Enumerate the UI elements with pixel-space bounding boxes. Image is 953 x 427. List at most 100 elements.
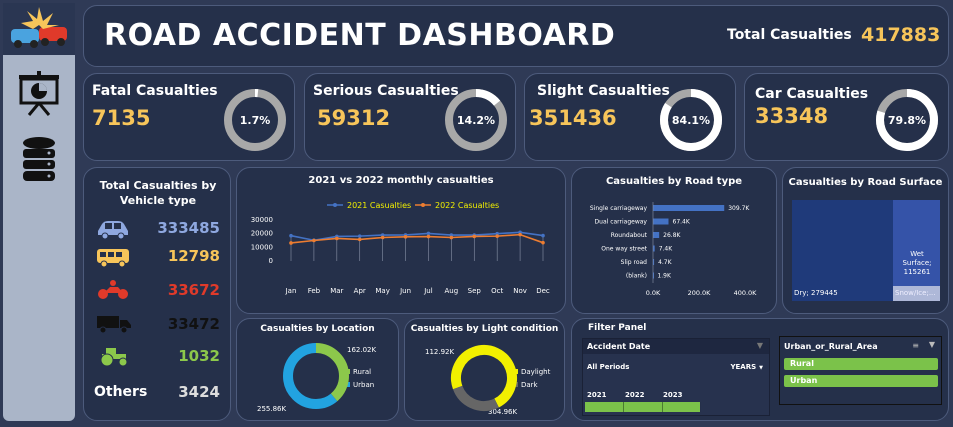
total-casualties-value: 417883 xyxy=(861,24,941,46)
area-slicer-title: Urban_or_Rural_Area xyxy=(784,342,878,351)
y-tick-label: 20000 xyxy=(251,230,273,238)
kpi-label: Car Casualties xyxy=(755,86,869,102)
legend-2021: 2021 Casualties xyxy=(347,201,411,210)
kpi-label: Serious Casualties xyxy=(313,83,459,99)
year-2023-label: 2023 xyxy=(663,391,683,399)
data-label: 4.7K xyxy=(658,259,673,266)
x-tick-label: Aug xyxy=(445,287,459,295)
legend-rural: Rural xyxy=(353,368,371,376)
motorcycle-icon xyxy=(98,280,128,299)
filter-panel-title: Filter Panel xyxy=(588,323,647,333)
truck-icon xyxy=(97,316,131,334)
granularity-dropdown[interactable]: YEARS ▼ xyxy=(730,363,763,371)
year-2022-label: 2022 xyxy=(625,391,645,399)
area-slicer: Urban_or_Rural_Area ≡ ▼ Rural Urban xyxy=(779,336,942,405)
crash-logo-icon xyxy=(3,3,75,55)
vehicle-row-bus: 12798 xyxy=(84,244,232,270)
data-point xyxy=(357,234,362,238)
data-label: 7.4K xyxy=(659,246,674,253)
data-label: 1.9K xyxy=(657,273,672,280)
vehicle-value: 333485 xyxy=(157,219,220,237)
vehicle-row-truck: 33472 xyxy=(84,312,232,338)
kpi-card-fatal: Fatal Casualties 7135 1.7% xyxy=(83,73,295,161)
category-label: Single carriageway xyxy=(590,205,648,212)
legend-daylight: Daylight xyxy=(521,368,551,376)
road-type-chart: Casualties by Road type Single carriagew… xyxy=(571,167,777,314)
treemap-label: Snow/Ice;... xyxy=(895,289,936,297)
database-icon[interactable] xyxy=(21,137,57,187)
x-tick-label: Feb xyxy=(308,287,321,295)
kpi-value: 59312 xyxy=(317,106,391,130)
area-option-urban[interactable]: Urban xyxy=(784,375,938,387)
x-tick-label: Dec xyxy=(536,287,550,295)
filter-panel: Filter Panel Accident Date ▼ All Periods… xyxy=(571,318,949,421)
data-point xyxy=(312,238,316,243)
kpi-donut-label: 1.7% xyxy=(240,114,271,127)
chevron-down-icon: ▼ xyxy=(759,365,763,371)
bar xyxy=(653,218,669,225)
data-point xyxy=(449,235,454,240)
year-2021-label: 2021 xyxy=(587,391,607,399)
bar xyxy=(653,232,660,238)
x-tick-label: May xyxy=(375,287,389,295)
legend-2022: 2022 Casualties xyxy=(435,201,499,210)
vehicle-panel-title: Total Casualties by Vehicle type xyxy=(99,179,217,207)
x-tick-label: Jan xyxy=(285,287,297,295)
category-label: Slip road xyxy=(621,259,648,266)
kpi-donut: 79.8% xyxy=(876,89,938,151)
kpi-card-car: Car Casualties 33348 79.8% xyxy=(744,73,949,161)
x-tick-label: Sep xyxy=(468,287,482,295)
light-condition-chart: Casualties by Light condition 112.92K 30… xyxy=(404,318,565,421)
filter-clear-icon[interactable]: ▼ xyxy=(757,341,763,350)
data-point xyxy=(426,234,431,239)
kpi-card-slight: Slight Casualties 351436 84.1% xyxy=(524,73,736,161)
y-tick-label: 10000 xyxy=(251,243,273,251)
vehicle-value: 12798 xyxy=(167,247,220,265)
x-tick-label: Jul xyxy=(423,287,433,295)
bar-chart-svg: Single carriageway 309.7K Dual carriageway… xyxy=(590,202,757,297)
category-label: One way street xyxy=(601,246,647,253)
treemap-wet[interactable]: Wet Surface; 115261 xyxy=(893,200,940,286)
vehicle-value: 1032 xyxy=(178,347,220,365)
vehicle-label-others: Others xyxy=(94,384,148,400)
label-dark-value: 112.92K xyxy=(425,348,454,356)
data-point xyxy=(541,240,545,245)
vehicle-row-motorcycle: 33672 xyxy=(84,278,232,304)
treemap-label: Dry; 279445 xyxy=(794,289,838,297)
chart-title: Casualties by Road Surface xyxy=(788,177,943,188)
total-casualties-label: Total Casualties xyxy=(727,27,852,43)
timeline-bar[interactable] xyxy=(585,402,701,412)
x-tick-label: 200.0K xyxy=(688,289,712,297)
bus-icon xyxy=(97,249,129,267)
date-slicer: Accident Date ▼ All Periods YEARS ▼ 2021 … xyxy=(582,338,770,416)
treemap-label: Wet Surface; 115261 xyxy=(902,250,932,276)
data-label: 26.8K xyxy=(663,232,681,239)
data-point xyxy=(403,235,408,239)
data-point xyxy=(495,234,499,238)
filter-clear-icon[interactable]: ▼ xyxy=(929,340,935,349)
x-tick-label: Mar xyxy=(330,287,343,295)
category-label: (blank) xyxy=(626,273,647,280)
kpi-label: Slight Casualties xyxy=(537,83,670,99)
treemap-dry[interactable]: Dry; 279445 xyxy=(792,200,893,301)
area-option-rural[interactable]: Rural xyxy=(784,358,938,370)
select-all-icon[interactable]: ≡ xyxy=(912,341,919,350)
chart-legend: 2021 Casualties 2022 Casualties xyxy=(327,201,499,210)
x-tick-label: 0.0K xyxy=(646,289,661,297)
kpi-card-serious: Serious Casualties 59312 14.2% xyxy=(304,73,516,161)
data-point xyxy=(380,235,385,240)
kpi-value: 33348 xyxy=(755,104,829,128)
vehicle-row-tractor: 1032 xyxy=(84,344,232,370)
treemap-snow[interactable]: Snow/Ice;... xyxy=(893,286,940,301)
light-donut-svg: 112.92K 304.96K Daylight Dark xyxy=(425,344,551,416)
vehicle-row-others: Others 3424 xyxy=(84,380,232,406)
car-icon xyxy=(98,221,128,239)
data-label: 309.7K xyxy=(728,205,750,212)
series-line-1 xyxy=(290,233,544,244)
tractor-icon xyxy=(100,348,128,367)
location-chart: Casualties by Location 162.02K 255.86K R… xyxy=(236,318,399,421)
data-point xyxy=(472,234,477,239)
presentation-chart-icon[interactable] xyxy=(17,71,61,121)
category-label: Roundabout xyxy=(611,232,648,239)
vehicle-value: 33672 xyxy=(167,281,220,299)
